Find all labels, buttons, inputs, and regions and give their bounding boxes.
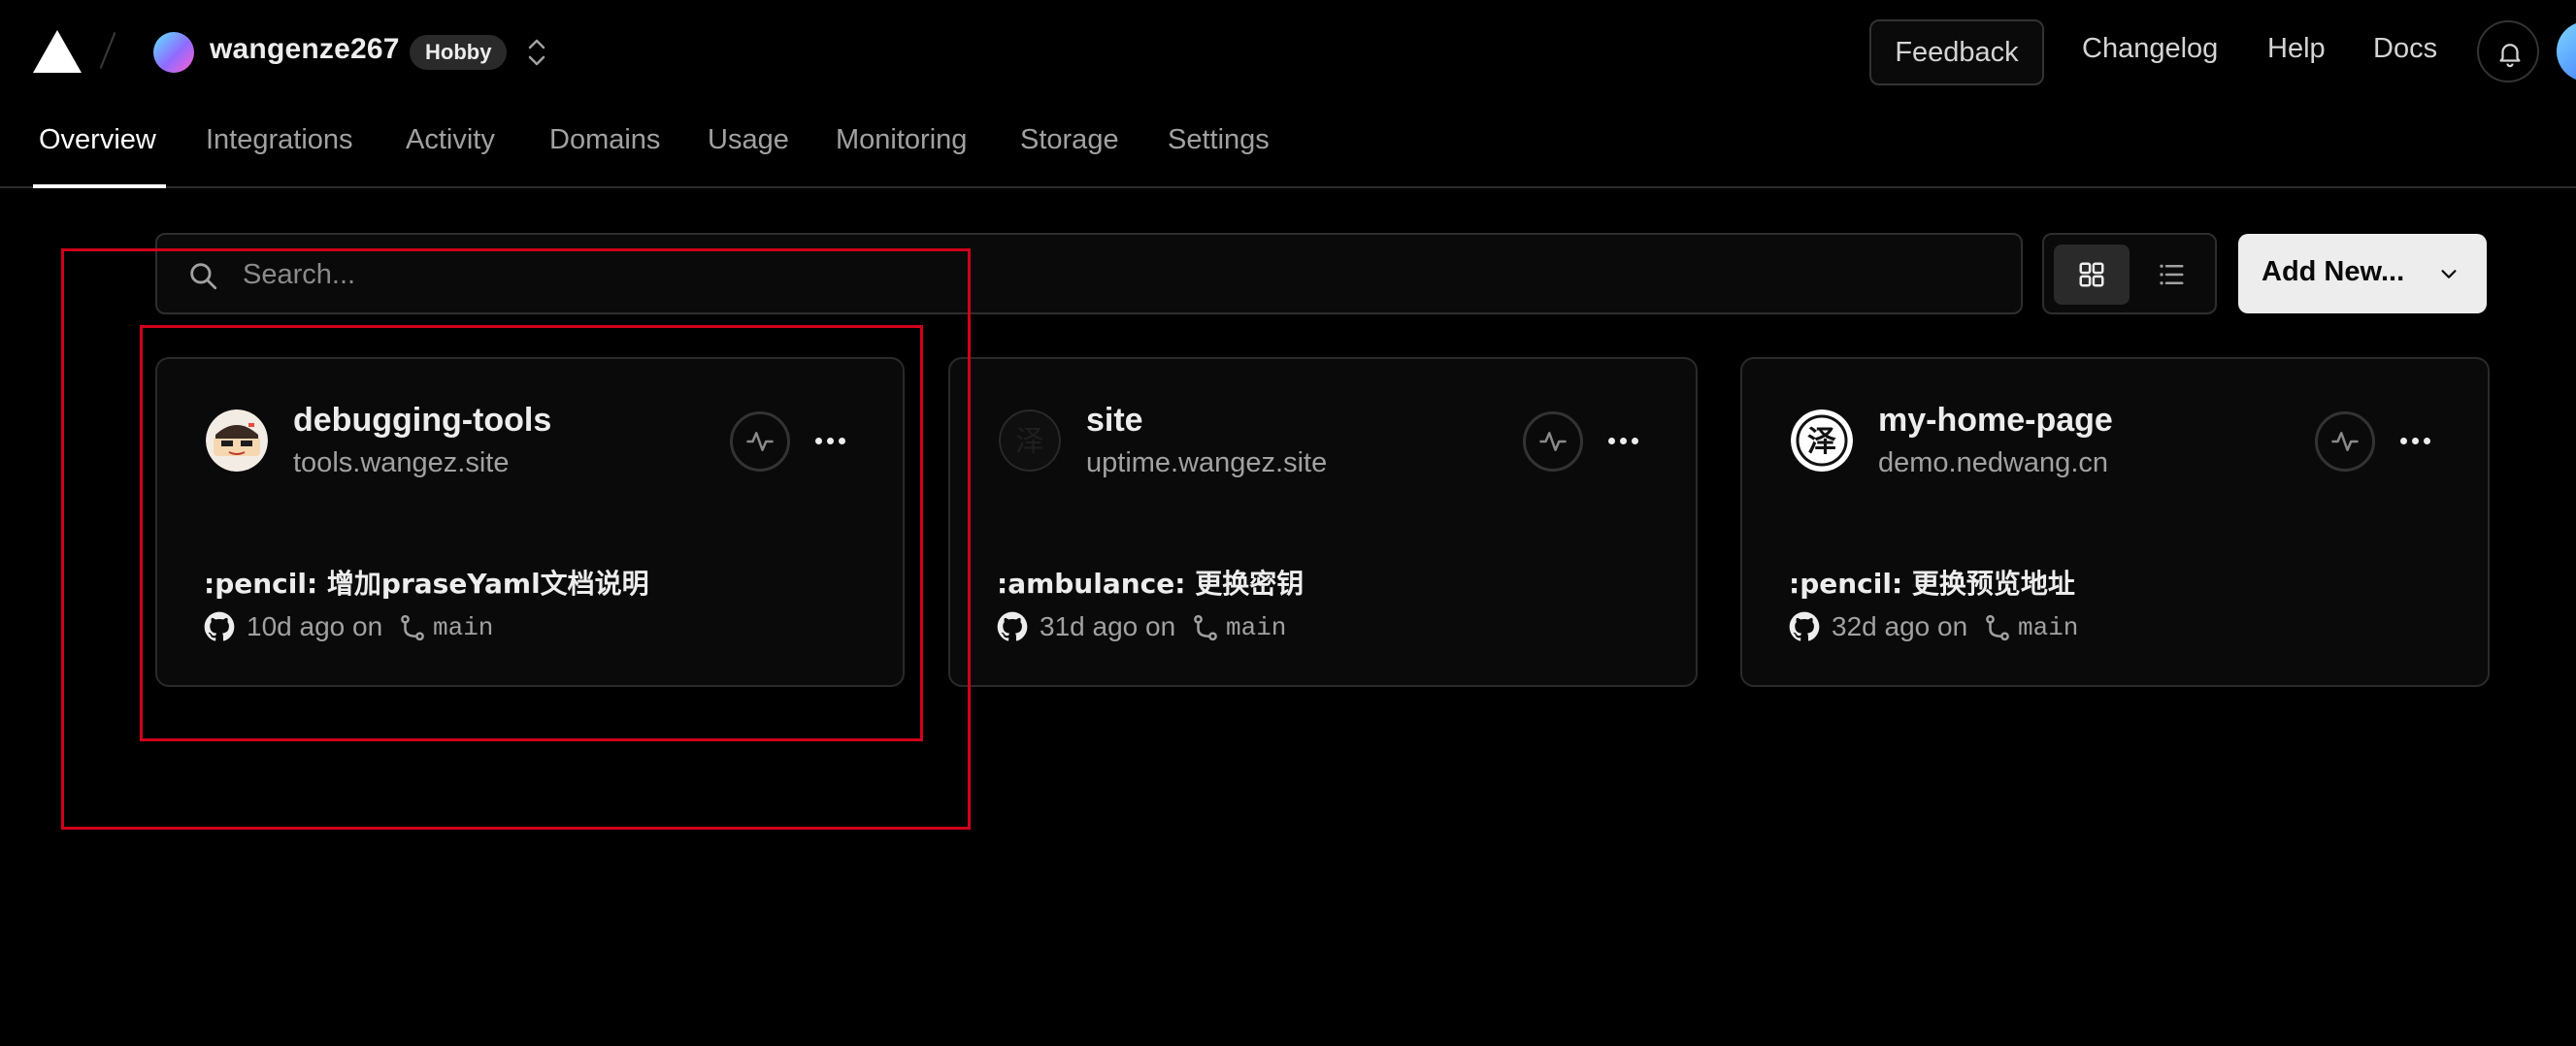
git-branch-icon bbox=[401, 614, 424, 641]
project-card-my-home-page[interactable]: 泽 my-home-page demo.nedwang.cn :pencil: … bbox=[1740, 357, 2490, 687]
chevron-down-icon bbox=[2441, 270, 2457, 278]
commit-message[interactable]: :pencil: 增加praseYaml文档说明 bbox=[204, 563, 649, 602]
add-new-label: Add New... bbox=[2262, 256, 2405, 287]
search-box[interactable] bbox=[155, 233, 2023, 314]
active-tab-indicator bbox=[33, 184, 166, 188]
project-card-site[interactable]: 泽 site uptime.wangez.site :ambulance: 更换… bbox=[948, 357, 1698, 687]
project-name[interactable]: debugging-tools bbox=[293, 402, 551, 440]
changelog-link[interactable]: Changelog bbox=[2082, 33, 2218, 65]
project-avatar-icon: 泽 bbox=[1791, 409, 1853, 472]
activity-pulse-button[interactable] bbox=[2315, 411, 2375, 472]
notifications-button[interactable] bbox=[2477, 20, 2539, 82]
github-icon bbox=[997, 611, 1028, 641]
pulse-icon bbox=[1539, 432, 1567, 451]
more-options-button[interactable] bbox=[1606, 423, 1641, 458]
commit-message[interactable]: :ambulance: 更换密钥 bbox=[997, 563, 1304, 602]
activity-pulse-button[interactable] bbox=[730, 411, 790, 472]
project-domain-link[interactable]: tools.wangez.site bbox=[293, 447, 509, 479]
user-avatar[interactable] bbox=[2557, 21, 2576, 82]
team-name[interactable]: wangenze267 bbox=[210, 33, 400, 66]
svg-text:泽: 泽 bbox=[1015, 425, 1044, 459]
bell-icon bbox=[2499, 44, 2521, 68]
branch-name[interactable]: main bbox=[1226, 613, 1286, 642]
activity-pulse-button[interactable] bbox=[1523, 411, 1583, 472]
view-toggle bbox=[2042, 233, 2217, 314]
commit-message[interactable]: :pencil: 更换预览地址 bbox=[1789, 563, 2075, 602]
tab-domains[interactable]: Domains bbox=[549, 124, 660, 156]
pulse-icon bbox=[2331, 432, 2359, 451]
github-icon bbox=[204, 611, 235, 641]
git-branch-icon bbox=[1986, 614, 2009, 641]
search-icon bbox=[190, 263, 217, 290]
project-avatar-icon bbox=[206, 409, 268, 472]
list-icon bbox=[2160, 264, 2184, 285]
project-card-debugging-tools[interactable]: debugging-tools tools.wangez.site :penci… bbox=[155, 357, 905, 687]
project-name[interactable]: my-home-page bbox=[1878, 402, 2113, 440]
grid-icon bbox=[2079, 262, 2104, 287]
add-new-button[interactable]: Add New... bbox=[2238, 234, 2487, 313]
github-icon bbox=[1789, 611, 1820, 641]
commit-time: 32d ago on bbox=[1832, 611, 1968, 641]
feedback-button[interactable]: Feedback bbox=[1869, 19, 2044, 85]
help-link[interactable]: Help bbox=[2267, 33, 2326, 65]
more-options-button[interactable] bbox=[2398, 423, 2433, 458]
project-domain-link[interactable]: uptime.wangez.site bbox=[1086, 447, 1327, 479]
pulse-icon bbox=[746, 432, 774, 451]
vercel-logo-icon[interactable] bbox=[33, 30, 82, 73]
branch-name[interactable]: main bbox=[2018, 613, 2078, 642]
tab-activity[interactable]: Activity bbox=[406, 124, 495, 156]
dashboard-page: wangenze267 Hobby Feedback Changelog Hel… bbox=[0, 0, 2576, 1046]
commit-time: 10d ago on bbox=[247, 611, 383, 641]
more-options-button[interactable] bbox=[813, 423, 848, 458]
team-switcher-icon[interactable] bbox=[524, 33, 549, 72]
tab-integrations[interactable]: Integrations bbox=[206, 124, 353, 156]
commit-time: 31d ago on bbox=[1040, 611, 1176, 641]
grid-view-button[interactable] bbox=[2054, 245, 2130, 305]
git-branch-icon bbox=[1194, 614, 1217, 641]
breadcrumb-separator bbox=[99, 32, 116, 69]
project-domain-link[interactable]: demo.nedwang.cn bbox=[1878, 447, 2108, 479]
svg-text:泽: 泽 bbox=[1807, 425, 1836, 459]
branch-name[interactable]: main bbox=[433, 613, 493, 642]
tab-storage[interactable]: Storage bbox=[1020, 124, 1119, 156]
tab-settings[interactable]: Settings bbox=[1168, 124, 1270, 156]
tab-monitoring[interactable]: Monitoring bbox=[836, 124, 967, 156]
search-input[interactable] bbox=[243, 248, 1970, 301]
team-avatar[interactable] bbox=[153, 32, 194, 73]
list-view-button[interactable] bbox=[2133, 245, 2209, 305]
project-avatar-icon: 泽 bbox=[999, 409, 1061, 472]
project-name[interactable]: site bbox=[1086, 402, 1143, 440]
main-tabs: Overview Integrations Activity Domains U… bbox=[0, 105, 2576, 188]
tab-overview[interactable]: Overview bbox=[39, 124, 156, 156]
tab-usage[interactable]: Usage bbox=[708, 124, 789, 156]
plan-badge: Hobby bbox=[410, 35, 508, 70]
docs-link[interactable]: Docs bbox=[2373, 33, 2437, 65]
top-header: wangenze267 Hobby Feedback Changelog Hel… bbox=[0, 0, 2576, 105]
